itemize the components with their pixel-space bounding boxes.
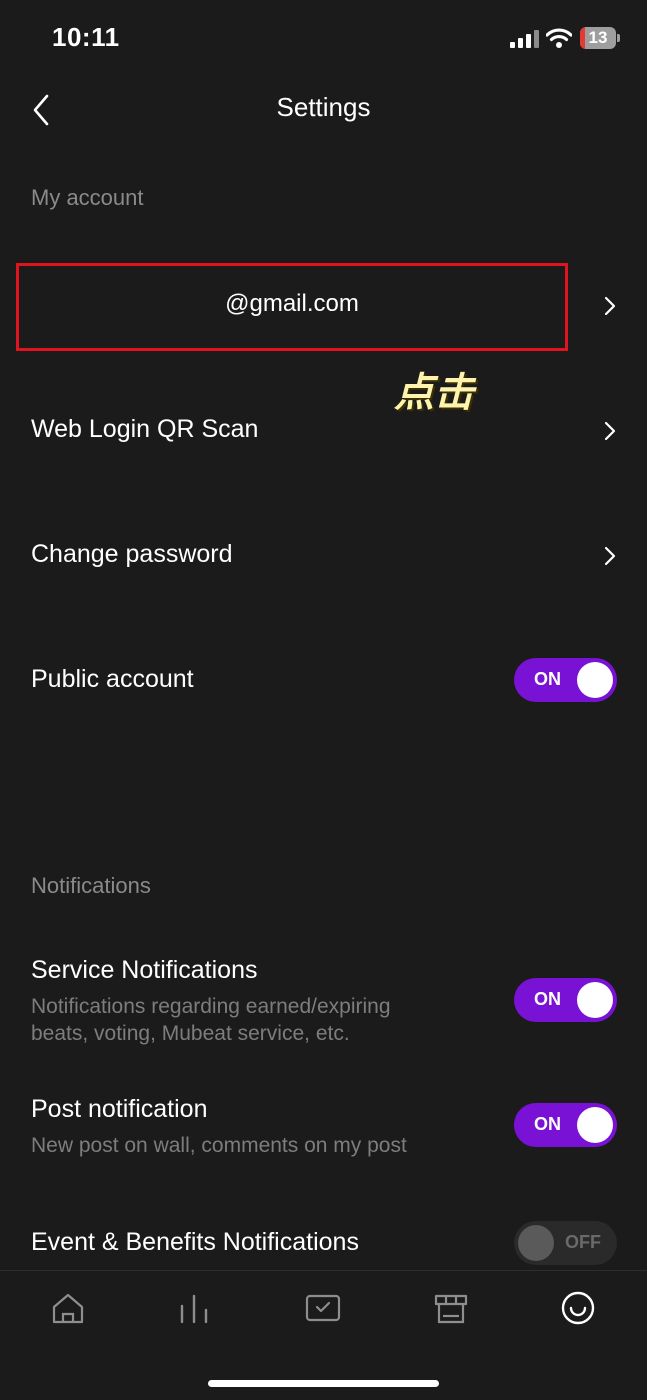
- change-password-row[interactable]: Change password: [0, 520, 647, 590]
- section-label-notifications: Notifications: [31, 873, 151, 898]
- toggle-state: ON: [534, 1114, 561, 1134]
- toggle-state: ON: [534, 989, 561, 1009]
- wifi-icon: [546, 28, 572, 48]
- public-account-label: Public account: [31, 665, 194, 693]
- web-login-qr-row[interactable]: Web Login QR Scan: [0, 395, 647, 465]
- battery-cap: [617, 34, 620, 42]
- post-notification-row: Post notification New post on wall, comm…: [0, 1085, 647, 1170]
- cellular-signal-icon: [510, 30, 539, 48]
- home-icon[interactable]: [50, 1290, 86, 1326]
- chevron-right-icon: [604, 546, 616, 566]
- service-notifications-description-line1: Notifications regarding earned/expiring: [31, 995, 391, 1018]
- home-indicator: [208, 1380, 439, 1387]
- service-notifications-label: Service Notifications: [31, 956, 258, 984]
- bottom-nav-divider: [0, 1270, 647, 1271]
- post-notification-label: Post notification: [31, 1095, 208, 1123]
- account-email: @gmail.com: [225, 290, 359, 317]
- toggle-knob: [518, 1225, 554, 1261]
- public-account-toggle[interactable]: ON: [514, 658, 617, 702]
- battery-level: 13: [588, 28, 608, 47]
- post-notification-description: New post on wall, comments on my post: [31, 1134, 407, 1157]
- status-time: 10:11: [52, 22, 120, 52]
- service-notifications-row: Service Notifications Notifications rega…: [0, 945, 647, 1055]
- service-notifications-toggle[interactable]: ON: [514, 978, 617, 1022]
- chevron-right-icon: [604, 296, 616, 316]
- toggle-knob: [577, 982, 613, 1018]
- back-button[interactable]: [28, 92, 56, 128]
- web-login-qr-label: Web Login QR Scan: [31, 415, 259, 443]
- page-title: Settings: [276, 92, 371, 122]
- toggle-knob: [577, 662, 613, 698]
- toggle-state: ON: [534, 669, 561, 689]
- event-benefits-row: Event & Benefits Notifications OFF: [0, 1215, 647, 1270]
- post-notification-toggle[interactable]: ON: [514, 1103, 617, 1147]
- public-account-row: Public account ON: [0, 645, 647, 715]
- chart-icon[interactable]: [178, 1290, 214, 1326]
- section-label-my-account: My account: [31, 185, 144, 210]
- event-benefits-toggle[interactable]: OFF: [514, 1221, 617, 1265]
- chevron-right-icon: [604, 421, 616, 441]
- toggle-state: OFF: [565, 1232, 601, 1252]
- store-icon[interactable]: [433, 1290, 469, 1326]
- vote-icon[interactable]: [305, 1290, 341, 1326]
- change-password-label: Change password: [31, 540, 233, 568]
- toggle-knob: [577, 1107, 613, 1143]
- event-benefits-label: Event & Benefits Notifications: [31, 1228, 359, 1256]
- service-notifications-description-line2: beats, voting, Mubeat service, etc.: [31, 1022, 350, 1045]
- profile-icon[interactable]: [560, 1290, 596, 1326]
- battery-icon: 13: [580, 27, 616, 49]
